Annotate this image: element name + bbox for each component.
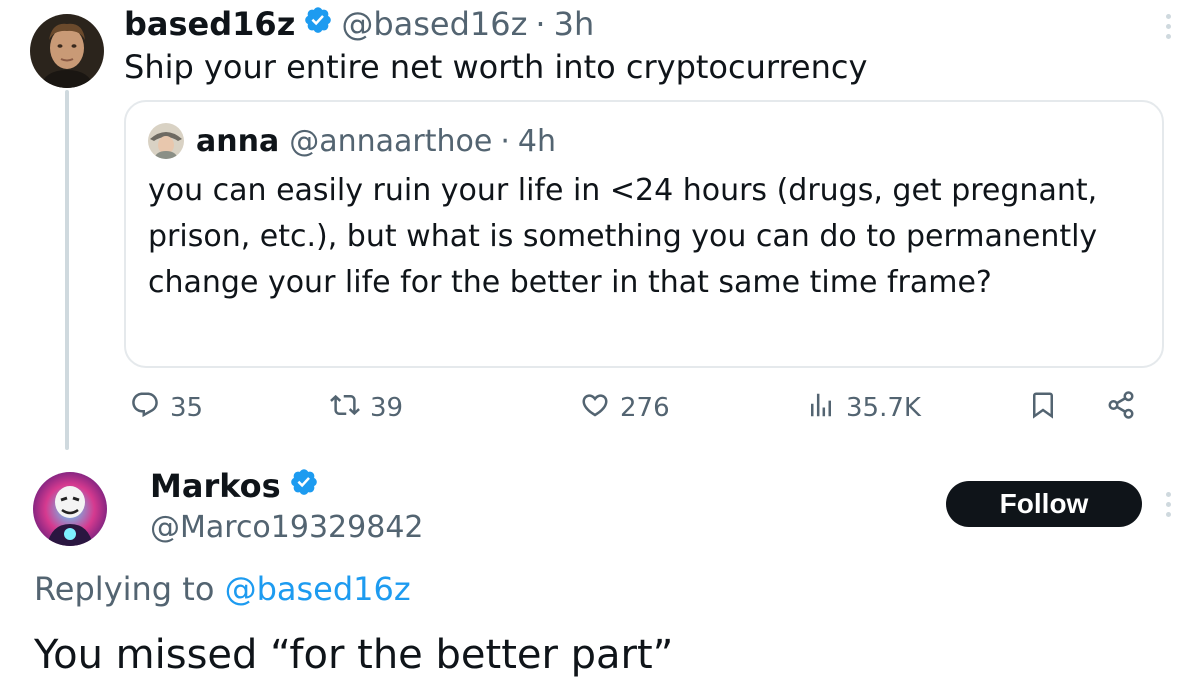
anna-avatar: [148, 123, 184, 159]
views-count: 35.7K: [846, 393, 921, 423]
tweet-action-bar: 35 39 276 35.7K: [130, 386, 1140, 430]
reply-button[interactable]: 35: [130, 386, 203, 430]
replying-to-mention-link[interactable]: @based16z: [225, 570, 411, 608]
like-button[interactable]: 276: [580, 386, 670, 430]
quoted-tweet-text: you can easily ruin your life in <24 hou…: [148, 173, 1098, 300]
based16z-avatar[interactable]: [30, 14, 104, 88]
reply-more-icon[interactable]: [1163, 492, 1173, 517]
tweet-header: based16z @based16z · 3h: [124, 2, 594, 46]
like-icon: [580, 390, 610, 427]
reply-author-handle[interactable]: @Marco19329842: [150, 508, 424, 548]
quoted-tweet-header: anna @annaarthoe · 4h: [148, 120, 556, 162]
quoted-author-handle: @annaarthoe: [289, 123, 493, 159]
repost-button[interactable]: 39: [330, 386, 403, 430]
reply-verified-badge-icon: [289, 467, 319, 505]
views-button[interactable]: 35.7K: [806, 386, 921, 430]
share-button[interactable]: [1106, 386, 1136, 430]
quoted-tweet-card[interactable]: anna @annaarthoe · 4h you can easily rui…: [124, 100, 1164, 368]
tweet-text: Ship your entire net worth into cryptocu…: [124, 48, 868, 86]
reply-header: Markos: [150, 466, 327, 506]
like-count: 276: [620, 393, 670, 423]
bookmark-icon: [1028, 390, 1058, 427]
tweet-more-icon[interactable]: [1163, 14, 1173, 39]
quoted-separator-dot: ·: [500, 123, 510, 159]
markos-avatar[interactable]: [33, 472, 107, 546]
thread-connector-line: [65, 90, 69, 450]
repost-icon: [330, 390, 360, 427]
separator-dot: ·: [535, 5, 546, 43]
follow-button[interactable]: Follow: [946, 481, 1142, 527]
verified-badge-icon: [303, 5, 333, 43]
quoted-author-name: anna: [196, 123, 280, 159]
replying-to-line: Replying to @based16z: [34, 568, 411, 610]
author-handle[interactable]: @based16z: [341, 5, 527, 43]
views-icon: [806, 390, 836, 427]
replying-to-prefix: Replying to: [34, 570, 215, 608]
quoted-tweet-time: 4h: [517, 123, 556, 159]
reply-icon: [130, 390, 160, 427]
share-icon: [1106, 390, 1136, 427]
reply-count: 35: [170, 393, 204, 423]
reply-text: You missed “for the better part”: [34, 632, 674, 678]
tweet-time[interactable]: 3h: [554, 5, 595, 43]
bookmark-button[interactable]: [1028, 386, 1058, 430]
author-name[interactable]: based16z: [124, 5, 295, 43]
repost-count: 39: [370, 393, 404, 423]
reply-author-name[interactable]: Markos: [150, 467, 281, 505]
